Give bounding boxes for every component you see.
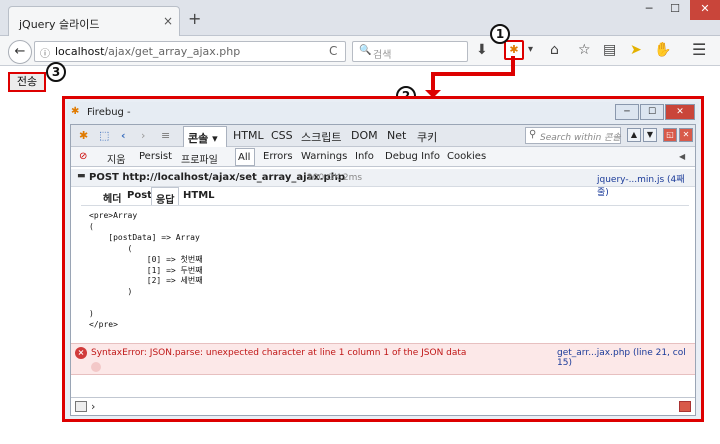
console-filter-bar: ⊘ 지움 Persist 프로파일 All Errors Warnings In… [71,147,695,167]
new-tab-button[interactable]: + [188,11,201,27]
window-minimize-button[interactable]: ─ [636,0,662,20]
download-icon[interactable]: ⬇ [476,42,488,58]
filter-all[interactable]: All [235,148,255,166]
send-button[interactable]: 전송 [8,72,46,92]
search-icon: ⚲ [529,129,537,140]
detach-icon[interactable]: ◱ [663,128,677,142]
firebug-panel: ✱ ⬚ ‹ › ≡ 콘솔 ▾ HTML CSS 스크립트 DOM Net 쿠키 … [70,124,696,416]
filter-cookies[interactable]: Cookies [447,151,486,162]
filter-info[interactable]: Info [355,151,374,162]
tab-script[interactable]: 스크립트 [301,129,341,145]
info-icon[interactable]: ⓘ [40,45,50,60]
clear-button[interactable]: 지움 [107,151,125,166]
back-arrow-icon[interactable]: ‹ [121,129,126,142]
filter-debug-info[interactable]: Debug Info [385,151,440,162]
search-icon: 🔍 [359,45,372,56]
firebug-close-button[interactable]: ✕ [665,104,695,120]
command-prompt: › [91,400,96,413]
chevron-down-icon[interactable]: ▼ [643,128,657,142]
list-icon[interactable]: ≡ [161,129,170,142]
url-host: localhost [55,45,105,58]
hamburger-menu-icon[interactable]: ☰ [692,40,706,59]
annotation-badge-3: 3 [46,62,66,82]
request-detail-tabs: 헤더 Post 응답 HTML [71,187,695,206]
tab-console[interactable]: 콘솔 ▾ [183,126,227,147]
tab-html[interactable]: HTML [233,129,264,142]
browser-tab[interactable]: jQuery 슬라이드 × [8,6,180,37]
firebug-title: Firebug - [87,107,131,118]
firebug-titlebar: ✱ Firebug - ─ ☐ ✕ [67,102,699,124]
persist-button[interactable]: Persist [139,151,172,162]
scroll-left-icon[interactable]: ◀ [679,152,685,161]
close-icon[interactable] [679,401,691,412]
hand-icon[interactable]: ✋ [654,42,671,58]
firebug-search-placeholder: Search within 콘솔 [540,133,621,143]
command-editor-icon[interactable] [75,401,87,412]
filter-warnings[interactable]: Warnings [301,151,347,162]
request-row[interactable]: ▬ POST http://localhost/ajax/set_array_a… [71,169,695,198]
bookmark-star-icon[interactable]: ☆ [578,42,591,58]
chevron-up-icon[interactable]: ▲ [627,128,641,142]
search-bar[interactable]: 🔍 검색 [352,41,468,62]
back-button[interactable]: ← [8,40,32,64]
profile-button[interactable]: 프로파일 [181,151,218,166]
error-row[interactable]: × SyntaxError: JSON.parse: unexpected ch… [71,343,695,375]
error-source-link[interactable]: get_arr...jax.php (line 21, col 15) [557,348,695,368]
firebug-logo-icon: ✱ [71,106,80,117]
firebug-menu-icon[interactable]: ✱ [79,129,88,142]
tab-post[interactable]: Post [127,190,152,201]
response-body: <pre>Array ( [postData] => Array ( [0] =… [81,205,689,335]
collapse-toggle-icon[interactable]: ▬ [77,171,86,181]
filter-errors[interactable]: Errors [263,151,293,162]
url-path: /ajax/get_array_ajax.php [104,45,241,58]
search-placeholder: 검색 [373,50,392,61]
inspect-icon[interactable]: ⬚ [99,129,109,142]
tab-response[interactable]: 응답 [151,187,180,206]
firebug-minimize-button[interactable]: ─ [615,104,639,120]
reload-icon[interactable]: C [329,44,337,58]
error-icon: × [75,347,87,359]
annotation-arrow [431,72,515,76]
tab-headers[interactable]: 헤더 [103,190,121,205]
breakpoint-icon[interactable] [91,362,101,372]
annotation-badge-1: 1 [490,24,510,44]
firebug-maximize-button[interactable]: ☐ [640,104,664,120]
tab-title: jQuery 슬라이드 [19,18,100,31]
tab-css[interactable]: CSS [271,129,293,142]
window-close-button[interactable]: ✕ [690,0,720,20]
reader-icon[interactable]: ▤ [603,42,616,58]
tab-response-html[interactable]: HTML [183,190,215,201]
firebug-panel-tabs: ✱ ⬚ ‹ › ≡ 콘솔 ▾ HTML CSS 스크립트 DOM Net 쿠키 … [71,125,695,147]
firebug-dropdown-icon[interactable]: ▾ [528,44,533,55]
close-icon[interactable]: ✕ [679,128,693,142]
url-bar[interactable]: ⓘ localhost/ajax/get_array_ajax.php C [34,41,346,62]
clear-console-icon[interactable]: ⊘ [79,151,87,162]
request-status: 200 OK 2ms [307,173,363,183]
home-icon[interactable]: ⌂ [550,42,559,58]
response-text: <pre>Array ( [postData] => Array ( [0] =… [89,211,203,330]
annotation-arrow [431,72,435,92]
tab-dom[interactable]: DOM [351,129,378,142]
error-message: SyntaxError: JSON.parse: unexpected char… [91,348,467,358]
tab-close-icon[interactable]: × [163,14,173,28]
forward-arrow-icon[interactable]: › [141,129,145,142]
tab-cookie[interactable]: 쿠키 [417,129,437,145]
tab-net[interactable]: Net [387,129,406,142]
command-line[interactable]: › [71,397,695,415]
window-maximize-button[interactable]: ☐ [662,0,688,20]
cursor-icon[interactable]: ➤ [630,42,642,58]
url-text: localhost/ajax/get_array_ajax.php [55,45,240,58]
firebug-search-input[interactable]: ⚲ Search within 콘솔 [525,127,621,144]
